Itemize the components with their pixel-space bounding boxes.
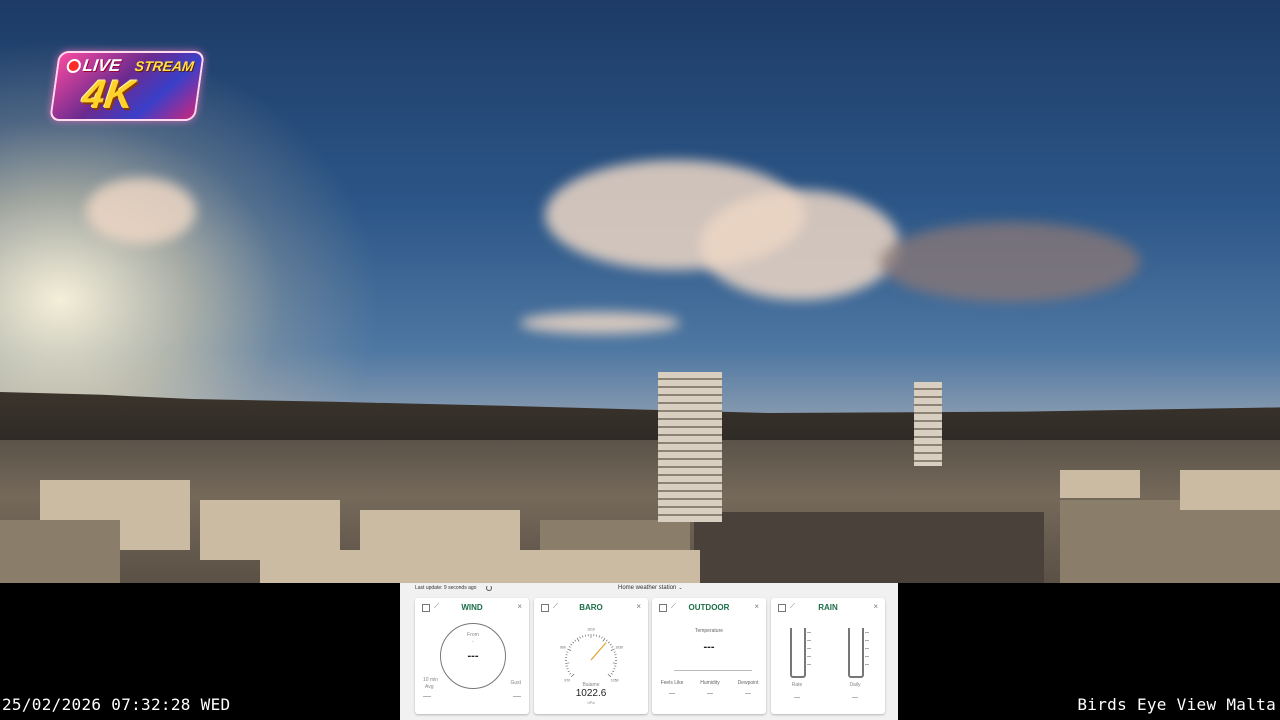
baro-tick	[609, 643, 612, 646]
wind-from-label: From	[467, 632, 479, 638]
baro-tick	[598, 635, 600, 638]
wind-gust-label: Gust	[510, 680, 521, 686]
timestamp: 25/02/2026 07:32:28 WED	[2, 695, 231, 714]
rain-rate-value: ---	[794, 695, 800, 701]
baro-tick	[605, 639, 608, 642]
rain-daily-scale	[865, 632, 869, 672]
rain-daily-gauge	[848, 628, 864, 678]
rain-title: RAIN	[818, 603, 838, 612]
baro-tick	[613, 668, 616, 670]
baro-scale-label: 1010	[587, 628, 595, 632]
outdoor-card: ⟋ OUTDOOR × Temperature --- Feels Like -…	[652, 598, 766, 714]
baro-tick	[611, 646, 614, 648]
baro-scale-label: 990	[560, 645, 566, 649]
refresh-icon[interactable]	[486, 585, 492, 591]
channel-name: Birds Eye View Malta	[1077, 695, 1276, 714]
wind-title: WIND	[461, 603, 483, 612]
baro-tick	[612, 662, 617, 664]
close-icon[interactable]: ×	[873, 602, 878, 611]
cloud-right	[880, 222, 1140, 302]
wind-avg-value: ----	[423, 694, 431, 700]
baro-gauge: 970990101010301050	[560, 628, 623, 683]
wind-card: ⟋ WIND × From - --- 10 min Avg ---- Gust…	[415, 598, 529, 714]
temperature-value: ---	[703, 641, 715, 653]
dewpoint-value: ---	[745, 691, 751, 697]
baro-tick	[576, 637, 580, 642]
station-name: Home weather station	[618, 585, 677, 591]
weather-station-panel: Last update: 9 seconds ago Home weather …	[400, 583, 898, 720]
baro-tick	[582, 635, 584, 638]
badge-stream-text: STREAM	[133, 58, 196, 74]
baro-tick	[610, 648, 615, 651]
baro-tick	[612, 670, 615, 673]
close-icon[interactable]: ×	[636, 602, 641, 611]
dewpoint-label: Dewpoint	[737, 680, 759, 686]
city-buildings	[0, 440, 1280, 583]
feels-like: Feels Like ---	[652, 680, 692, 697]
humidity: Humidity ---	[690, 680, 730, 697]
rain-daily-value: ---	[852, 695, 858, 701]
wind-avg-label-1: 10 min	[423, 677, 439, 683]
baro-tick	[574, 639, 577, 642]
badge-4k-text: 4K	[79, 73, 137, 117]
rain-daily-label: Daily	[849, 682, 861, 688]
cloud-main-2	[700, 190, 900, 300]
cloud-small	[520, 312, 680, 334]
temperature-label: Temperature	[694, 628, 724, 634]
cloud-left	[86, 178, 196, 244]
baro-unit: hPa	[587, 700, 595, 705]
baro-tick	[613, 651, 616, 653]
baro-scale-label: 1030	[615, 645, 623, 649]
rain-rate-gauge	[790, 628, 806, 678]
humidity-label: Humidity	[700, 680, 720, 686]
station-selector[interactable]: Home weather station ⌄	[618, 585, 683, 591]
divider	[674, 670, 752, 671]
feels-like-value: ---	[669, 691, 675, 697]
humidity-value: ---	[707, 691, 713, 697]
last-update-text: Last update: 9 seconds ago	[415, 585, 477, 591]
baro-tick	[570, 673, 575, 677]
baro-tick	[569, 672, 572, 675]
dewpoint: Dewpoint ---	[728, 680, 768, 697]
wind-avg-label-2: Avg	[425, 684, 434, 690]
baro-value: 1022.6	[575, 688, 607, 699]
tower-right	[914, 382, 942, 466]
baro-title: BARO	[579, 603, 603, 612]
tower-left	[658, 372, 722, 522]
baro-tick	[570, 643, 573, 646]
wind-speed-value: ---	[467, 650, 479, 662]
chevron-down-icon: ⌄	[678, 585, 683, 591]
close-icon[interactable]: ×	[754, 602, 759, 611]
feels-like-label: Feels Like	[660, 680, 684, 686]
wind-compass: From - ---	[440, 623, 506, 689]
close-icon[interactable]: ×	[517, 602, 522, 611]
baro-tick	[572, 641, 575, 644]
baro-tick	[607, 641, 610, 644]
rain-card: ⟋ RAIN × Rate --- Daily ---	[771, 598, 885, 714]
baro-tick	[602, 637, 606, 642]
baro-tick	[568, 646, 571, 648]
baro-tick	[607, 673, 612, 677]
baro-needle	[590, 642, 607, 661]
baro-tick	[565, 662, 570, 664]
wind-gust-value: ----	[513, 694, 521, 700]
outdoor-title: OUTDOOR	[688, 603, 730, 612]
live-stream-4k-badge: LIVE STREAM 4K	[49, 51, 205, 121]
record-dot-icon	[68, 61, 80, 71]
baro-tick	[567, 670, 570, 673]
baro-tick	[566, 668, 569, 670]
baro-tick	[601, 636, 603, 639]
rain-rate-label: Rate	[791, 682, 803, 688]
rain-rate-scale	[807, 632, 811, 672]
baro-tick	[579, 636, 581, 639]
wind-from-value: -	[472, 639, 474, 645]
baro-tick	[567, 648, 572, 651]
baro-tick	[610, 672, 613, 675]
baro-card: ⟋ BARO × 970 990 1010 1030 1050 Baiame 1022.…	[534, 598, 648, 714]
baro-tick	[566, 651, 569, 653]
